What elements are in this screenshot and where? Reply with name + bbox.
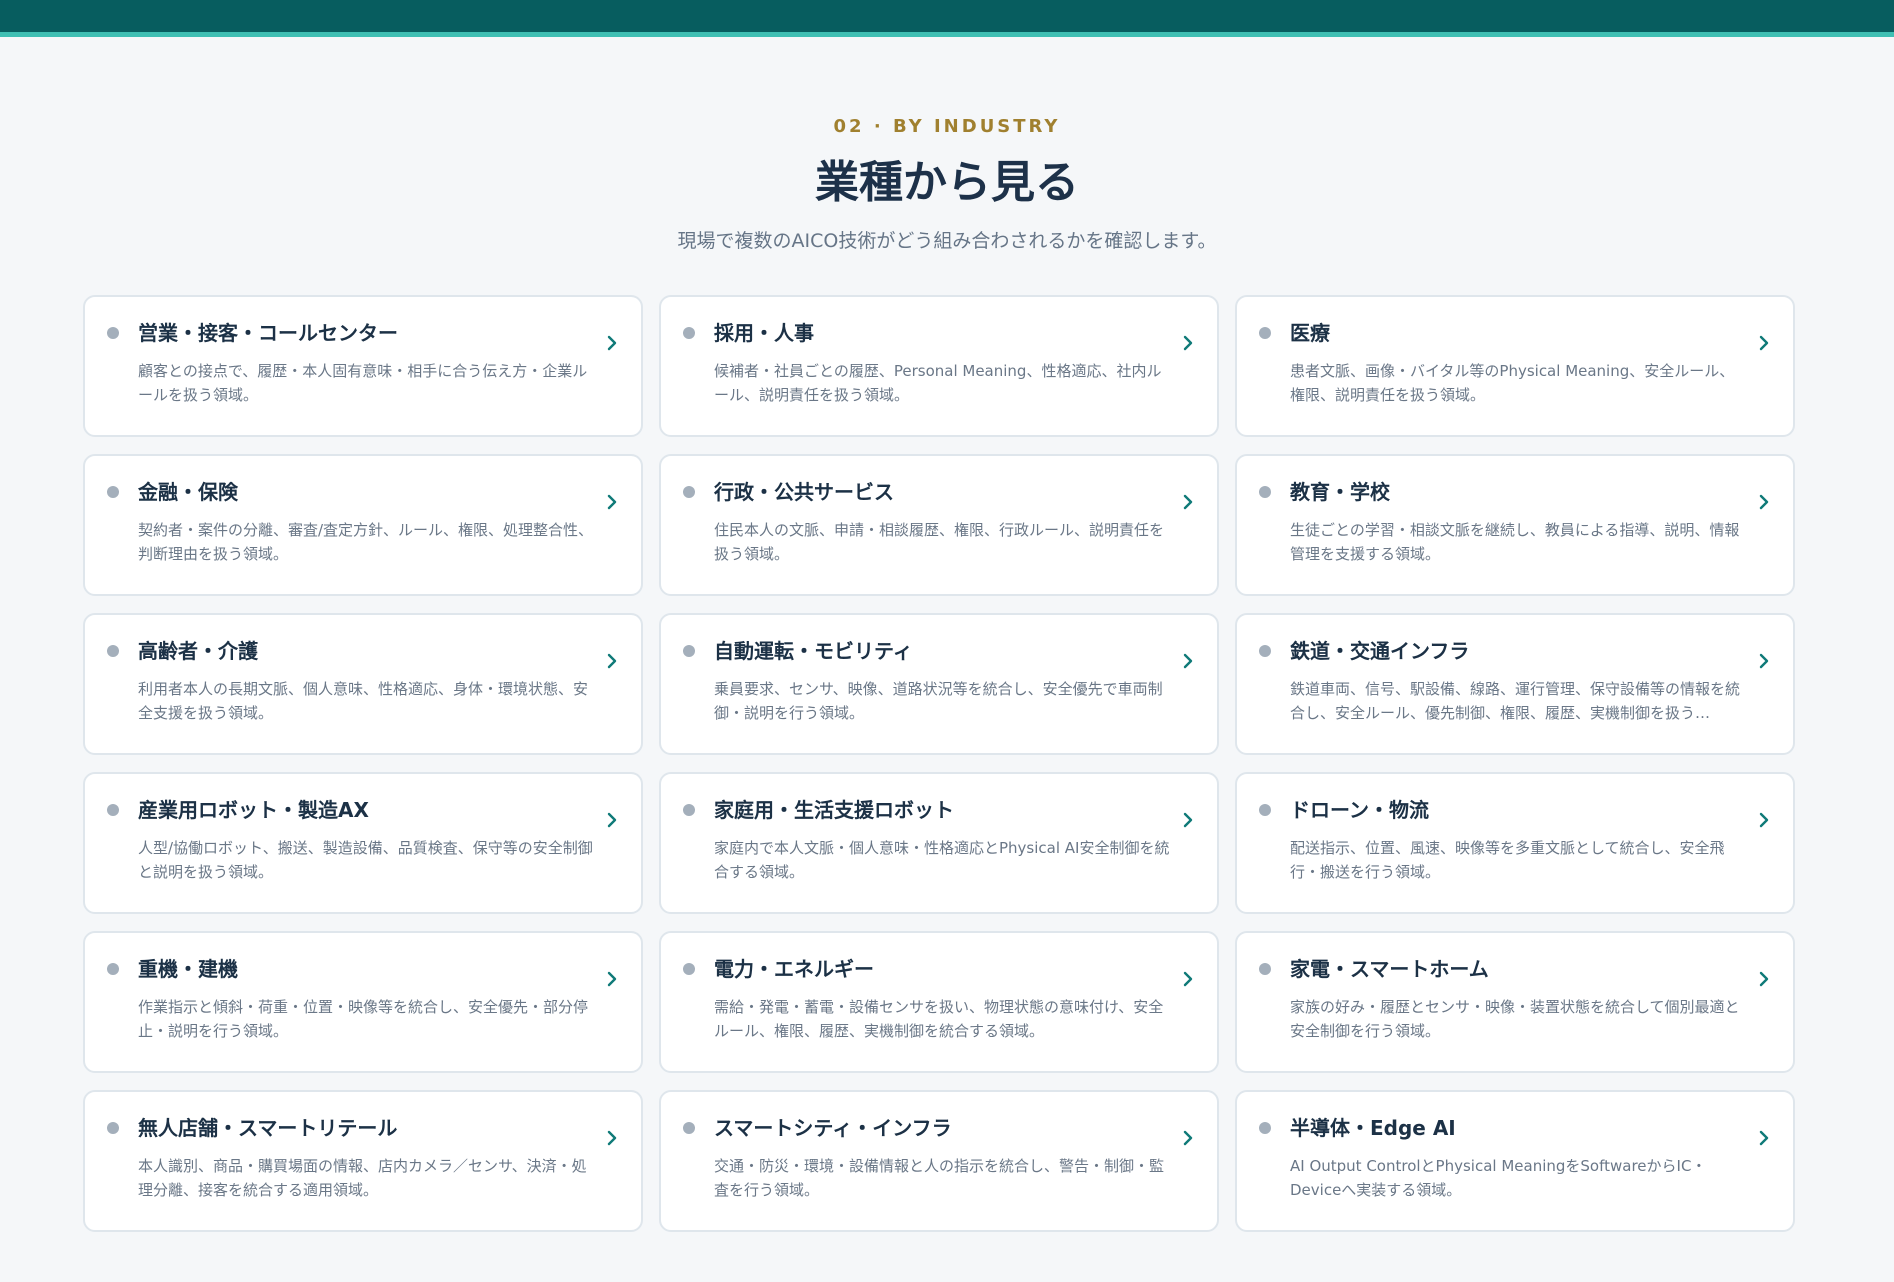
bullet-dot-icon — [1259, 804, 1271, 816]
industry-card[interactable]: 行政・公共サービス住民本人の文脈、申請・相談履歴、権限、行政ルール、説明責任を扱… — [659, 454, 1219, 596]
bullet-dot-icon — [107, 963, 119, 975]
industry-card-title: 電力・エネルギー — [714, 957, 874, 981]
industry-card[interactable]: 重機・建機作業指示と傾斜・荷重・位置・映像等を統合し、安全優先・部分停止・説明を… — [83, 931, 643, 1073]
chevron-right-icon — [1759, 971, 1769, 987]
chevron-right-icon — [607, 335, 617, 351]
chevron-right-icon — [607, 653, 617, 669]
industry-card-description: 生徒ごとの学習・相談文脈を継続し、教員による指導、説明、情報管理を支援する領域。 — [1290, 521, 1740, 563]
industry-card-title: 家庭用・生活支援ロボット — [714, 798, 954, 822]
industry-card[interactable]: 鉄道・交通インフラ鉄道車両、信号、駅設備、線路、運行管理、保守設備等の情報を統合… — [1235, 613, 1795, 755]
industry-card-title: 自動運転・モビリティ — [714, 639, 913, 663]
bullet-dot-icon — [683, 804, 695, 816]
bullet-dot-icon — [683, 963, 695, 975]
industry-card-description: 家族の好み・履歴とセンサ・映像・装置状態を統合して個別最適と安全制御を行う領域。 — [1290, 998, 1740, 1040]
chevron-right-icon — [607, 812, 617, 828]
industry-card[interactable]: ドローン・物流配送指示、位置、風速、映像等を多重文脈として統合し、安全飛行・搬送… — [1235, 772, 1795, 914]
industry-card-title: 高齢者・介護 — [138, 639, 258, 663]
bullet-dot-icon — [683, 327, 695, 339]
industry-card[interactable]: 家庭用・生活支援ロボット家庭内で本人文脈・個人意味・性格適応とPhysical … — [659, 772, 1219, 914]
chevron-right-icon — [1759, 335, 1769, 351]
chevron-right-icon — [607, 494, 617, 510]
industry-card-description: 顧客との接点で、履歴・本人固有意味・相手に合う伝え方・企業ルールを扱う領域。 — [138, 362, 588, 404]
industry-card-description: 作業指示と傾斜・荷重・位置・映像等を統合し、安全優先・部分停止・説明を行う領域。 — [138, 998, 589, 1040]
industry-card-description: 配送指示、位置、風速、映像等を多重文脈として統合し、安全飛行・搬送を行う領域。 — [1290, 839, 1725, 881]
industry-card-grid: 営業・接客・コールセンター顧客との接点で、履歴・本人固有意味・相手に合う伝え方・… — [83, 295, 1796, 1232]
industry-card-title: 無人店舗・スマートリテール — [138, 1116, 398, 1140]
industry-card-description: 乗員要求、センサ、映像、道路状況等を統合し、安全優先で車両制御・説明を行う領域。 — [714, 680, 1163, 722]
chevron-right-icon — [1759, 494, 1769, 510]
industry-card-title: 産業用ロボット・製造AX — [138, 798, 369, 822]
bullet-dot-icon — [1259, 327, 1271, 339]
industry-card-title: 教育・学校 — [1290, 480, 1390, 504]
chevron-right-icon — [1183, 812, 1193, 828]
industry-card-description: 需給・発電・蓄電・設備センサを扱い、物理状態の意味付け、安全ルール、権限、履歴、… — [714, 998, 1164, 1040]
bullet-dot-icon — [1259, 1122, 1271, 1134]
industry-card-description: 本人識別、商品・購買場面の情報、店内カメラ／センサ、決済・処理分離、接客を統合す… — [138, 1157, 587, 1199]
industry-card-title: 鉄道・交通インフラ — [1290, 639, 1470, 663]
industry-card-description: AI Output ControlとPhysical MeaningをSoftw… — [1290, 1157, 1707, 1199]
chevron-right-icon — [1183, 335, 1193, 351]
industry-card[interactable]: 金融・保険契約者・案件の分離、審査/査定方針、ルール、権限、処理整合性、判断理由… — [83, 454, 643, 596]
industry-card[interactable]: 自動運転・モビリティ乗員要求、センサ、映像、道路状況等を統合し、安全優先で車両制… — [659, 613, 1219, 755]
industry-card[interactable]: 採用・人事候補者・社員ごとの履歴、Personal Meaning、性格適応、社… — [659, 295, 1219, 437]
bullet-dot-icon — [683, 1122, 695, 1134]
bullet-dot-icon — [107, 645, 119, 657]
industry-card-title: 金融・保険 — [138, 480, 238, 504]
industry-card[interactable]: 電力・エネルギー需給・発電・蓄電・設備センサを扱い、物理状態の意味付け、安全ルー… — [659, 931, 1219, 1073]
bullet-dot-icon — [683, 486, 695, 498]
industry-card-description: 利用者本人の長期文脈、個人意味、性格適応、身体・環境状態、安全支援を扱う領域。 — [138, 680, 589, 722]
bullet-dot-icon — [1259, 963, 1271, 975]
top-bar — [0, 0, 1894, 37]
industry-card-description: 候補者・社員ごとの履歴、Personal Meaning、性格適応、社内ルール、… — [714, 362, 1162, 404]
industry-card-title: 重機・建機 — [138, 957, 238, 981]
industry-card-title: 医療 — [1290, 321, 1330, 345]
chevron-right-icon — [1759, 1130, 1769, 1146]
industry-card-title: 家電・スマートホーム — [1290, 957, 1489, 981]
industry-card-description: 契約者・案件の分離、審査/査定方針、ルール、権限、処理整合性、判断理由を扱う領域… — [138, 521, 594, 563]
chevron-right-icon — [607, 1130, 617, 1146]
industry-card[interactable]: 教育・学校生徒ごとの学習・相談文脈を継続し、教員による指導、説明、情報管理を支援… — [1235, 454, 1795, 596]
chevron-right-icon — [1759, 812, 1769, 828]
bullet-dot-icon — [1259, 645, 1271, 657]
chevron-right-icon — [1183, 971, 1193, 987]
page-title: 業種から見る — [815, 157, 1079, 208]
bullet-dot-icon — [107, 327, 119, 339]
industry-card[interactable]: スマートシティ・インフラ交通・防災・環境・設備情報と人の指示を統合し、警告・制御… — [659, 1090, 1219, 1232]
chevron-right-icon — [1183, 494, 1193, 510]
bullet-dot-icon — [683, 645, 695, 657]
bullet-dot-icon — [107, 486, 119, 498]
bullet-dot-icon — [1259, 486, 1271, 498]
section-subtitle: 現場で複数のAICO技術がどう組み合わされるかを確認します。 — [677, 230, 1217, 252]
industry-card[interactable]: 医療患者文脈、画像・バイタル等のPhysical Meaning、安全ルール、権… — [1235, 295, 1795, 437]
industry-card-description: 人型/協働ロボット、搬送、製造設備、品質検査、保守等の安全制御と説明を扱う領域。 — [138, 839, 593, 881]
section-eyebrow: 02 · BY INDUSTRY — [833, 116, 1061, 137]
industry-card-description: 交通・防災・環境・設備情報と人の指示を統合し、警告・制御・監査を行う領域。 — [714, 1157, 1165, 1199]
industry-card-description: 住民本人の文脈、申請・相談履歴、権限、行政ルール、説明責任を扱う領域。 — [714, 521, 1165, 563]
chevron-right-icon — [607, 971, 617, 987]
industry-card[interactable]: 無人店舗・スマートリテール本人識別、商品・購買場面の情報、店内カメラ／センサ、決… — [83, 1090, 643, 1232]
industry-card[interactable]: 営業・接客・コールセンター顧客との接点で、履歴・本人固有意味・相手に合う伝え方・… — [83, 295, 643, 437]
industry-card-description: 家庭内で本人文脈・個人意味・性格適応とPhysical AI安全制御を統合する領… — [714, 839, 1170, 881]
industry-card-title: 行政・公共サービス — [714, 480, 894, 504]
chevron-right-icon — [1759, 653, 1769, 669]
industry-card-title: スマートシティ・インフラ — [714, 1116, 952, 1140]
industry-card-title: 採用・人事 — [714, 321, 814, 345]
industry-card-title: 半導体・Edge AI — [1290, 1116, 1456, 1140]
industry-card-title: ドローン・物流 — [1290, 798, 1429, 822]
chevron-right-icon — [1183, 653, 1193, 669]
industry-card-description: 患者文脈、画像・バイタル等のPhysical Meaning、安全ルール、権限、… — [1290, 362, 1735, 404]
section-header: 02 · BY INDUSTRY 業種から見る 現場で複数のAICO技術がどう組… — [0, 117, 1894, 253]
industry-card[interactable]: 半導体・Edge AI AI Output ControlとPhysical Me… — [1235, 1090, 1795, 1232]
bullet-dot-icon — [107, 1122, 119, 1134]
chevron-right-icon — [1183, 1130, 1193, 1146]
industry-card[interactable]: 産業用ロボット・製造AX 人型/協働ロボット、搬送、製造設備、品質検査、保守等の安… — [83, 772, 643, 914]
industry-card-description: 鉄道車両、信号、駅設備、線路、運行管理、保守設備等の情報を統合し、安全ルール、優… — [1290, 680, 1741, 722]
bullet-dot-icon — [107, 804, 119, 816]
industry-card[interactable]: 高齢者・介護利用者本人の長期文脈、個人意味、性格適応、身体・環境状態、安全支援を… — [83, 613, 643, 755]
industry-card-title: 営業・接客・コールセンター — [138, 321, 398, 345]
industry-card[interactable]: 家電・スマートホーム家族の好み・履歴とセンサ・映像・装置状態を統合して個別最適と… — [1235, 931, 1795, 1073]
